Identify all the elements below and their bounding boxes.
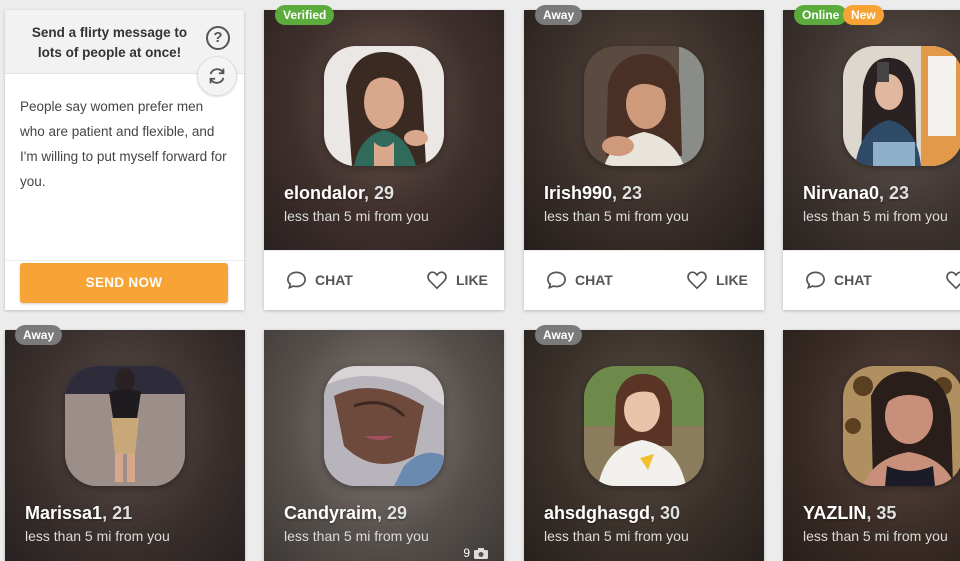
profile-avatar[interactable] [584,366,704,486]
profile-card[interactable]: Away ahsdghasgd, 30 less than 5 mi from … [524,325,764,561]
profile-photo-background: Nirvana0, 23 less than 5 mi from you [783,10,960,250]
refresh-arrows-icon [209,68,225,84]
profile-name-line: Nirvana0, 23 [803,183,909,204]
profile-name-line: YAZLIN, 35 [803,503,896,524]
profile-name-line: elondalor, 29 [284,183,394,204]
profile-card[interactable]: YAZLIN, 35 less than 5 mi from you [783,330,960,561]
flirt-message: People say women prefer men who are pati… [5,74,244,261]
profile-age: , 35 [866,503,897,523]
chat-icon [806,271,825,290]
like-label: LIKE [716,272,748,288]
profile-avatar[interactable] [843,366,960,486]
like-button[interactable]: LIKE [686,270,748,290]
profile-photo-background: Marissa1, 21 less than 5 mi from you [5,330,245,561]
away-badge: Away [535,5,583,25]
profile-card[interactable]: Away Marissa1, 21 less than 5 mi from yo… [5,325,245,561]
like-button[interactable]: LIKE [945,270,960,290]
refresh-icon[interactable] [197,56,237,96]
profile-avatar[interactable] [324,366,444,486]
profile-distance: less than 5 mi from you [803,528,948,544]
card-actions: CHAT LIKE [264,250,504,310]
profile-card[interactable]: Verified elondalor, 29 less than 5 mi fr… [264,5,504,310]
photo-count: 9 [463,546,488,560]
heart-icon [687,271,707,290]
profile-name-line: Candyraim, 29 [284,503,407,524]
help-icon[interactable]: ? [206,26,230,50]
profile-avatar[interactable] [584,46,704,166]
chat-button[interactable]: CHAT [546,270,613,290]
profile-name: Candyraim [284,503,378,523]
profile-name: Nirvana0 [803,183,880,203]
profile-age: , 30 [650,503,681,523]
new-badge: New [843,5,884,25]
chat-label: CHAT [315,272,353,288]
chat-icon [547,271,566,290]
profile-avatar[interactable] [65,366,185,486]
card-actions: CHAT LIKE [524,250,764,310]
profile-distance: less than 5 mi from you [803,208,948,224]
chat-icon [287,271,306,290]
chat-button[interactable]: CHAT [805,270,872,290]
profile-age: , 29 [377,503,408,523]
profile-photo-background: elondalor, 29 less than 5 mi from you [264,10,504,250]
profile-photo-background: ahsdghasgd, 30 less than 5 mi from you [524,330,764,561]
profile-age: , 23 [612,183,643,203]
send-now-button[interactable]: SEND NOW [20,263,228,303]
profile-photo-background: YAZLIN, 35 less than 5 mi from you [783,330,960,561]
profile-name-line: Marissa1, 21 [25,503,132,524]
avatar-photo [584,366,704,486]
avatar-photo [324,46,444,166]
card-actions: CHAT LIKE [783,250,960,310]
avatar-photo [324,366,444,486]
profile-card[interactable]: Candyraim, 29 less than 5 mi from you 9 [264,330,504,561]
avatar-photo [584,46,704,166]
verified-badge: Verified [275,5,335,25]
heart-icon [946,271,960,290]
flirt-panel: Send a flirty message to lots of people … [5,10,244,310]
profile-name: Irish990 [544,183,613,203]
flirt-title: Send a flirty message to lots of people … [31,25,188,60]
profiles-grid: Send a flirty message to lots of people … [0,0,960,561]
camera-icon [474,548,488,559]
profile-card[interactable]: Online New Nirvana0, 23 less than 5 mi f… [783,5,960,310]
profile-name-line: ahsdghasgd, 30 [544,503,680,524]
profile-name: YAZLIN [803,503,867,523]
profile-distance: less than 5 mi from you [284,208,429,224]
away-badge: Away [535,325,583,345]
profile-age: , 29 [364,183,395,203]
profile-photo-background: Candyraim, 29 less than 5 mi from you 9 [264,330,504,561]
like-button[interactable]: LIKE [426,270,488,290]
profile-distance: less than 5 mi from you [544,208,689,224]
heart-icon [427,271,447,290]
profile-age: , 21 [102,503,133,523]
photo-count-value: 9 [463,546,470,560]
profile-distance: less than 5 mi from you [544,528,689,544]
profile-avatar[interactable] [324,46,444,166]
profile-name-line: Irish990, 23 [544,183,642,204]
profile-card[interactable]: Away Irish990, 23 less than 5 mi from yo… [524,5,764,310]
profile-name: Marissa1 [25,503,103,523]
profile-name: elondalor [284,183,365,203]
profile-distance: less than 5 mi from you [25,528,170,544]
profile-age: , 23 [879,183,910,203]
chat-button[interactable]: CHAT [286,270,353,290]
avatar-photo [843,46,960,166]
avatar-photo [65,366,185,486]
profile-photo-background: Irish990, 23 less than 5 mi from you [524,10,764,250]
chat-label: CHAT [575,272,613,288]
online-badge: Online [794,5,848,25]
profile-name: ahsdghasgd [544,503,651,523]
profile-distance: less than 5 mi from you [284,528,429,544]
chat-label: CHAT [834,272,872,288]
away-badge: Away [15,325,63,345]
profile-avatar[interactable] [843,46,960,166]
like-label: LIKE [456,272,488,288]
avatar-photo [843,366,960,486]
